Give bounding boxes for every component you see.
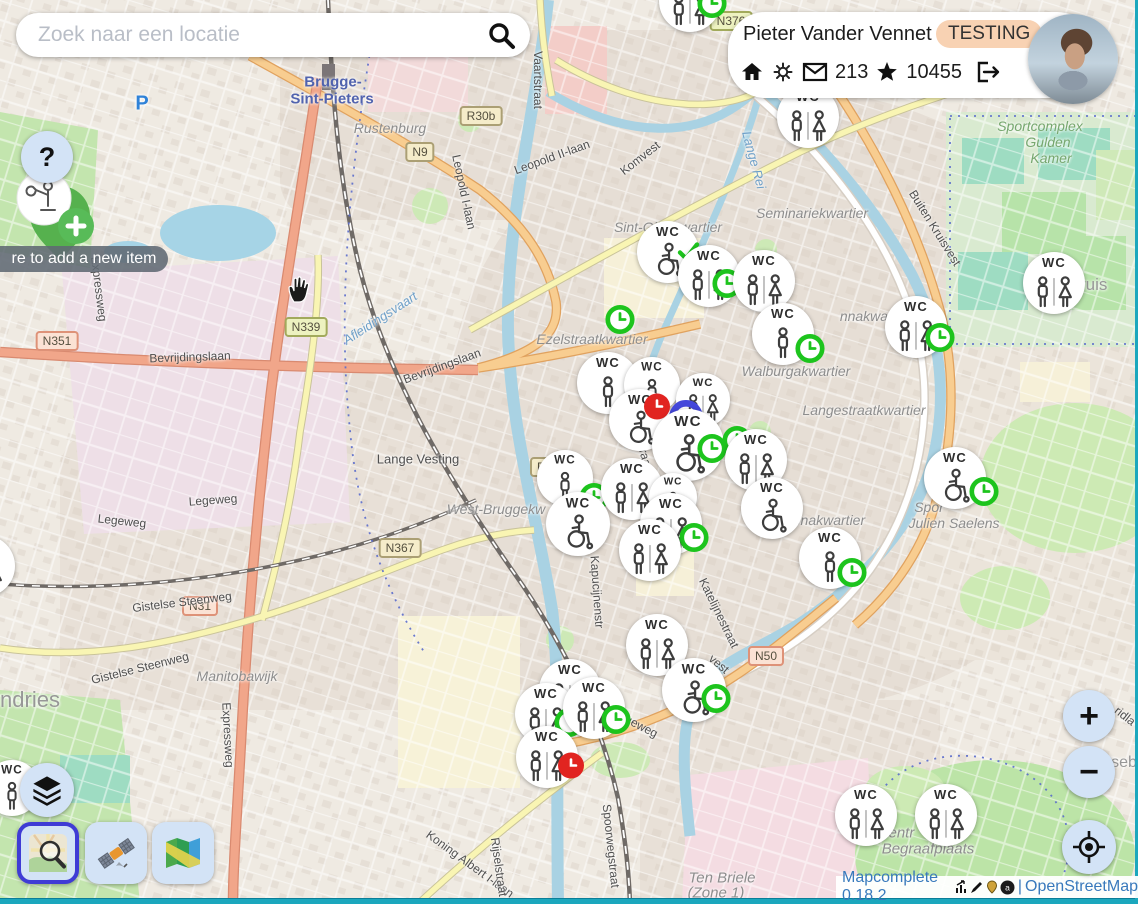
toilet-marker-mw[interactable]: WC (835, 784, 897, 846)
messages-icon[interactable] (802, 61, 828, 83)
basemap-style-map-button[interactable] (152, 822, 214, 884)
satellite-icon (95, 832, 137, 874)
add-item-tooltip: re to add a new item (0, 246, 168, 272)
svg-text:WC: WC (682, 661, 707, 676)
svg-text:WC: WC (534, 686, 558, 701)
svg-text:WC: WC (620, 461, 644, 476)
toilet-marker-wheel[interactable]: WC (546, 492, 610, 556)
open-hours-badge-green (793, 332, 827, 371)
svg-text:WC: WC (656, 224, 680, 239)
basemap-style-satellite-button[interactable] (85, 822, 147, 884)
svg-text:WC: WC (638, 522, 662, 537)
attribution-bar: Mapcomplete 0.18.2 a | OpenStreetMap (836, 876, 1138, 898)
zoom-in-button[interactable]: + (1063, 690, 1115, 742)
toilet-marker-mw[interactable]: WC (915, 784, 977, 846)
svg-text:WC: WC (659, 496, 683, 511)
svg-text:WC: WC (943, 450, 967, 465)
edit-pencil-icon[interactable] (970, 880, 984, 894)
svg-text:WC: WC (934, 787, 958, 802)
svg-text:WC: WC (854, 787, 878, 802)
svg-text:WC: WC (771, 306, 795, 321)
toilet-marker-wheel[interactable]: WC (741, 477, 803, 539)
osm-magnifier-icon (27, 832, 69, 874)
svg-text:WC: WC (641, 360, 663, 373)
open-hours-badge-green (967, 475, 1001, 514)
folded-map-icon (162, 832, 204, 874)
layers-button[interactable] (20, 763, 74, 817)
svg-text:WC: WC (752, 253, 776, 268)
attribution-circle-icon[interactable]: a (1000, 880, 1015, 895)
bottom-edge-bar (0, 898, 1138, 904)
svg-text:WC: WC (582, 680, 606, 695)
avatar[interactable] (1028, 14, 1118, 104)
user-name: Pieter Vander Vennet (743, 23, 932, 46)
star-icon (875, 60, 899, 84)
svg-text:WC: WC (535, 729, 559, 744)
basemap-style-osm-button[interactable] (17, 822, 79, 884)
marker-layer: WC WC WC WC WC WC WC WC WC WC WC WC WC WC WC WC WC WC WC WC… (0, 0, 1138, 904)
message-count: 213 (835, 61, 868, 84)
svg-text:WC: WC (818, 530, 842, 545)
closed-hours-badge-red (555, 750, 587, 787)
svg-text:WC: WC (697, 248, 721, 263)
zoom-in-label: + (1079, 697, 1099, 736)
statistics-icon[interactable] (955, 880, 969, 894)
zoom-out-button[interactable]: − (1063, 746, 1115, 798)
geolocate-button[interactable] (1062, 820, 1116, 874)
osm-attribution-link[interactable]: OpenStreetMap (1025, 878, 1138, 896)
svg-text:WC: WC (566, 495, 591, 510)
gear-icon[interactable] (771, 60, 795, 84)
open-hours-badge-green (599, 703, 633, 742)
layers-icon (30, 773, 64, 807)
attribution-version[interactable]: Mapcomplete 0.18.2 (842, 869, 952, 904)
home-icon[interactable] (740, 60, 764, 84)
testing-badge: TESTING (936, 20, 1042, 48)
help-label: ? (39, 142, 56, 173)
svg-text:WC: WC (674, 413, 702, 430)
search-input[interactable] (36, 22, 486, 48)
changeset-count: 10455 (906, 61, 962, 84)
attribution-separator: | (1018, 878, 1022, 896)
zoom-out-label: − (1079, 753, 1099, 792)
toilet-marker-mw[interactable]: WC (1023, 252, 1085, 314)
open-hours-badge-green (699, 682, 733, 721)
svg-text:WC: WC (693, 377, 714, 389)
svg-text:WC: WC (554, 453, 576, 466)
svg-text:WC: WC (645, 617, 669, 632)
search-bar (16, 13, 530, 57)
mapcomplete-app: N9R30bN376N339N351R30N367N31N50 Brugge-S… (0, 0, 1138, 904)
svg-text:a: a (1005, 882, 1010, 892)
crosshair-icon (1071, 829, 1107, 865)
open-hours-badge-green (603, 303, 637, 342)
svg-text:WC: WC (558, 662, 582, 677)
svg-text:WC: WC (596, 355, 620, 370)
svg-text:WC: WC (744, 432, 768, 447)
open-hours-badge-green (677, 521, 711, 560)
svg-text:WC: WC (664, 476, 683, 487)
hand-cursor-icon (284, 273, 314, 307)
open-hours-badge-green (835, 556, 869, 595)
toilet-marker-mw[interactable]: WC (619, 519, 681, 581)
theme-flag-icon[interactable] (985, 880, 999, 894)
svg-text:WC: WC (760, 480, 784, 495)
svg-text:WC: WC (1042, 255, 1066, 270)
search-icon[interactable] (486, 20, 516, 50)
svg-text:WC: WC (1, 763, 23, 776)
svg-text:WC: WC (904, 299, 928, 314)
toilet-marker-mw[interactable]: WC (0, 535, 15, 597)
logout-icon[interactable] (975, 60, 1001, 84)
open-hours-badge-green (695, 0, 729, 26)
open-hours-badge-green (923, 321, 957, 360)
help-button[interactable]: ? (21, 131, 73, 183)
